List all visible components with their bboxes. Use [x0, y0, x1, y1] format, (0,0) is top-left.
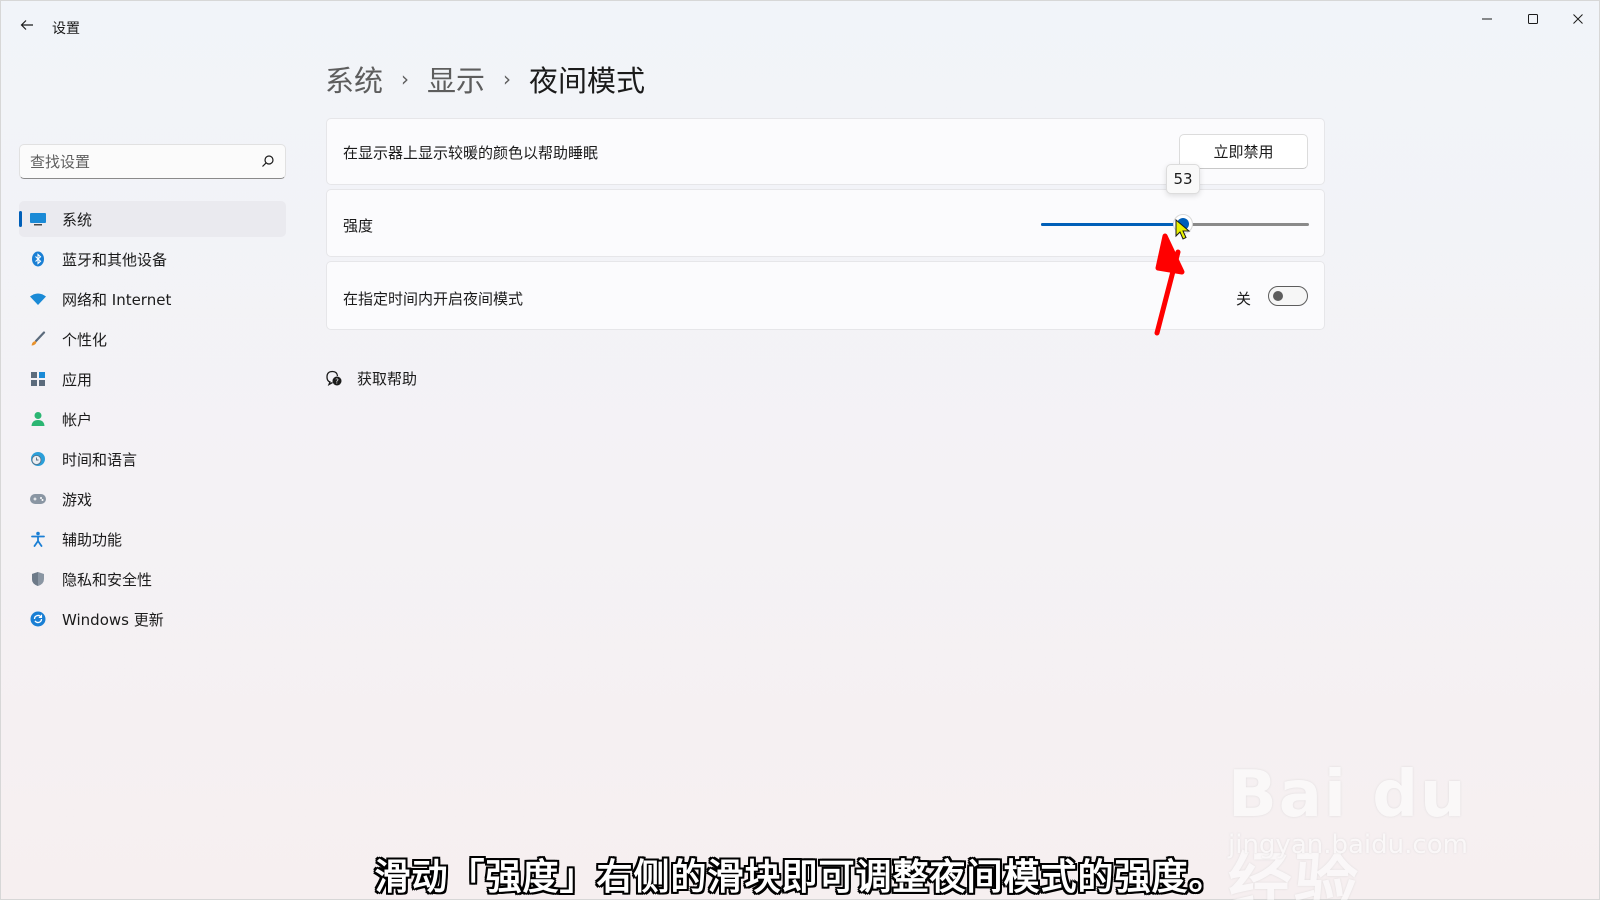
breadcrumb-separator: › [503, 67, 512, 91]
maximize-button[interactable] [1510, 3, 1556, 35]
baidu-watermark: Bai du 经验 jingyan.baidu.com [1228, 730, 1528, 900]
strength-label: 强度 [343, 217, 374, 235]
breadcrumb: 系统 › 显示 › 夜间模式 [325, 57, 645, 101]
strength-slider[interactable] [1041, 214, 1309, 234]
sidebar-item-bluetooth[interactable]: 蓝牙和其他设备 [19, 241, 286, 277]
sidebar-item-personalization[interactable]: 个性化 [19, 321, 286, 357]
sidebar-item-label: Windows 更新 [62, 610, 164, 629]
back-button[interactable] [13, 11, 41, 39]
close-icon [1573, 14, 1583, 24]
search-input[interactable] [20, 145, 250, 178]
breadcrumb-system[interactable]: 系统 [325, 58, 383, 100]
maximize-icon [1528, 14, 1538, 24]
sidebar-item-label: 时间和语言 [62, 450, 138, 469]
sidebar-item-label: 隐私和安全性 [62, 570, 153, 589]
sidebar-item-label: 蓝牙和其他设备 [62, 250, 168, 269]
brush-icon [29, 330, 47, 348]
minimize-icon [1482, 18, 1492, 20]
sidebar-item-system[interactable]: 系统 [19, 201, 286, 237]
caption-subtitle: 滑动「强度」右侧的滑块即可调整夜间模式的强度。 [374, 857, 1226, 898]
svg-text:?: ? [335, 378, 339, 386]
accessibility-icon [29, 530, 47, 548]
sidebar-item-windows-update[interactable]: Windows 更新 [19, 601, 286, 637]
sidebar-item-accessibility[interactable]: 辅助功能 [19, 521, 286, 557]
slider-thumb-dot [1177, 218, 1189, 230]
title-bar: 设置 [1, 1, 1600, 49]
monitor-icon [29, 210, 47, 228]
sidebar-item-label: 辅助功能 [62, 530, 123, 549]
account-icon [29, 410, 47, 428]
sidebar-item-label: 帐户 [62, 410, 93, 429]
update-icon [29, 610, 47, 628]
strength-card: 强度 [326, 189, 1325, 257]
wifi-icon [29, 290, 47, 308]
sidebar-item-time-language[interactable]: 时间和语言 [19, 441, 286, 477]
sidebar-item-label: 网络和 Internet [62, 290, 172, 309]
sidebar-item-apps[interactable]: 应用 [19, 361, 286, 397]
search-icon[interactable] [261, 154, 275, 168]
get-help-link[interactable]: ? 获取帮助 [325, 365, 417, 391]
disable-now-button[interactable]: 立即禁用 [1179, 134, 1308, 169]
shield-icon [29, 570, 47, 588]
warm-color-label: 在显示器上显示较暖的颜色以帮助睡眠 [343, 144, 599, 162]
apps-icon [29, 370, 47, 388]
schedule-label: 在指定时间内开启夜间模式 [343, 290, 524, 308]
toggle-state-label: 关 [1235, 290, 1251, 308]
search-box [19, 144, 286, 179]
selection-indicator [19, 211, 22, 227]
sidebar-item-label: 个性化 [62, 330, 108, 349]
app-title: 设置 [52, 21, 80, 37]
gamepad-icon [29, 490, 47, 508]
get-help-label: 获取帮助 [357, 369, 418, 388]
sidebar-item-accounts[interactable]: 帐户 [19, 401, 286, 437]
help-icon: ? [326, 370, 342, 386]
schedule-card: 在指定时间内开启夜间模式 关 [326, 261, 1325, 330]
sidebar-item-privacy[interactable]: 隐私和安全性 [19, 561, 286, 597]
schedule-toggle[interactable] [1268, 286, 1308, 306]
breadcrumb-display[interactable]: 显示 [427, 58, 485, 100]
slider-thumb[interactable] [1173, 214, 1193, 234]
breadcrumb-separator: › [401, 67, 410, 91]
page-title: 夜间模式 [529, 64, 646, 98]
sidebar-item-gaming[interactable]: 游戏 [19, 481, 286, 517]
sidebar-item-network[interactable]: 网络和 Internet [19, 281, 286, 317]
sidebar-item-label: 游戏 [62, 490, 93, 509]
close-button[interactable] [1555, 3, 1600, 35]
slider-value-tooltip: 53 [1166, 164, 1200, 194]
back-arrow-icon [20, 20, 33, 30]
slider-fill [1041, 223, 1183, 226]
toggle-knob [1273, 291, 1283, 301]
clock-globe-icon [29, 450, 47, 468]
bluetooth-icon [29, 250, 47, 268]
minimize-button[interactable] [1464, 3, 1510, 35]
sidebar-item-label: 系统 [62, 210, 93, 229]
sidebar-item-label: 应用 [62, 370, 93, 389]
sidebar-nav: 系统 蓝牙和其他设备 网络和 Internet 个性化 应用 帐户 时间和语言 … [19, 201, 286, 641]
